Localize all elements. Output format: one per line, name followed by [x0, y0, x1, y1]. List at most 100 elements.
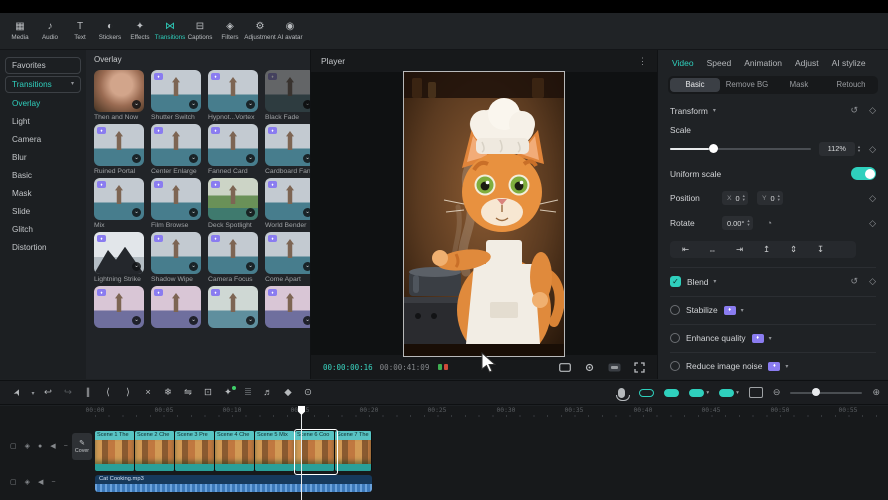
sidebar-item-mask[interactable]: Mask [0, 185, 86, 203]
track-cover-icon[interactable]: ◈ [25, 478, 30, 486]
trim-right-tool[interactable]: ⟩ [118, 387, 138, 398]
fullscreen-icon[interactable] [634, 362, 645, 373]
keyframe-icon[interactable]: ◇ [869, 218, 876, 229]
track-lock-icon[interactable]: ● [38, 443, 42, 450]
undo-button[interactable]: ↩ [38, 387, 58, 398]
freeze-frame-button[interactable]: ❄ [158, 387, 178, 398]
subtab-retouch[interactable]: Retouch [826, 78, 876, 92]
playhead[interactable] [301, 406, 302, 500]
tab-audio[interactable]: ♪Audio [35, 21, 65, 41]
align-top-icon[interactable]: ↥ [753, 244, 780, 255]
uniform-scale-toggle[interactable] [851, 167, 876, 180]
transition-item[interactable]: ♦⌄Center Enlarge [151, 124, 201, 175]
mirror-button[interactable]: ⇋ [178, 387, 198, 398]
tab-adjustment[interactable]: ⚙Adjustment [245, 21, 275, 41]
auto-cut-toggle[interactable] [664, 389, 679, 397]
track-cover-icon[interactable]: ◈ [25, 442, 30, 450]
scale-slider[interactable] [670, 148, 811, 150]
zoom-out-icon[interactable]: ⊖ [773, 387, 781, 398]
ruler-ticks[interactable] [95, 415, 885, 417]
tab-ai-avatar[interactable]: ◉AI avatar [275, 21, 305, 41]
blend-checkbox[interactable]: ✓ [670, 276, 681, 287]
subtab-basic[interactable]: Basic [670, 78, 720, 92]
keyframe-icon[interactable]: ◇ [869, 276, 876, 287]
track-mute-icon[interactable]: ◀ [38, 478, 43, 486]
transition-item[interactable]: ♦⌄World Bender [265, 178, 310, 229]
video-frame[interactable] [404, 72, 564, 356]
chevron-down-icon[interactable]: ▾ [785, 363, 788, 370]
sidebar-item-favorites[interactable]: Favorites [5, 57, 81, 74]
delete-button[interactable]: × [138, 387, 158, 398]
position-y-input[interactable]: Y 0 ▴▾ [757, 191, 783, 205]
keyframe-icon[interactable]: ◇ [869, 105, 876, 116]
audio-clip[interactable]: Cat Cooking.mp3 [95, 475, 372, 492]
chevron-down-icon[interactable]: ▾ [713, 107, 716, 114]
snapshot-icon[interactable] [584, 362, 595, 373]
transition-item[interactable]: ♦⌄Ruined Portal [94, 124, 144, 175]
chevron-down-icon[interactable]: ▾ [769, 335, 772, 342]
stabilize-checkbox[interactable] [670, 305, 680, 315]
cover-button[interactable]: ✎ Cover [72, 433, 92, 460]
keyframe-icon[interactable]: ◇ [869, 193, 876, 204]
track-more-icon[interactable]: − [51, 479, 55, 486]
magic-tool[interactable]: ✦ [218, 387, 238, 398]
scale-stepper[interactable]: ▴▾ [858, 145, 860, 154]
player-menu-icon[interactable]: ⋮ [638, 50, 647, 72]
extract-audio-button[interactable]: ≣ [238, 387, 258, 398]
clip-scene-2[interactable]: Scene 2 Che [135, 431, 175, 471]
subtab-mask[interactable]: Mask [774, 78, 824, 92]
preview-quality-icon[interactable] [608, 363, 621, 372]
enhance-quality-checkbox[interactable] [670, 333, 680, 343]
scale-value[interactable]: 112% [819, 142, 855, 156]
tab-captions[interactable]: ⊟Captions [185, 21, 215, 41]
timeline-zoom-slider[interactable] [790, 392, 862, 394]
rotate-dial-icon[interactable]: ◔ [767, 218, 772, 228]
trim-left-tool[interactable]: ⟨ [98, 387, 118, 398]
reduce-noise-checkbox[interactable] [670, 361, 680, 371]
clip-scene-1[interactable]: Scene 1 The [95, 431, 135, 471]
tab-effects[interactable]: ✦Effects [125, 21, 155, 41]
select-tool-caret[interactable]: ▾ [28, 387, 38, 398]
sidebar-item-light[interactable]: Light [0, 113, 86, 131]
position-x-input[interactable]: X 0 ▴▾ [722, 191, 748, 205]
reset-icon[interactable]: ↺ [851, 105, 859, 116]
transition-item[interactable]: ♦⌄Fanned Card [208, 124, 258, 175]
align-bottom-icon[interactable]: ↧ [807, 244, 834, 255]
sidebar-item-blur[interactable]: Blur [0, 149, 86, 167]
transition-item[interactable]: ♦⌄Shadow Wipe [151, 232, 201, 283]
split-tool[interactable]: ∥ [78, 387, 98, 398]
transition-item[interactable]: ♦⌄Film Browse [151, 178, 201, 229]
transition-item[interactable]: ♦⌄ [208, 286, 258, 328]
transition-item[interactable]: ♦⌄Shutter Switch [151, 70, 201, 121]
magnet-toggle[interactable]: ▾ [719, 389, 739, 397]
transition-item[interactable]: ♦⌄Black Fade [265, 70, 310, 121]
transition-item[interactable]: ♦⌄Deck Spotlight [208, 178, 258, 229]
transition-item[interactable]: ♦⌄ [94, 286, 144, 328]
tab-speed[interactable]: Speed [707, 58, 732, 68]
link-toggle[interactable] [639, 389, 654, 397]
align-right-icon[interactable]: ⇥ [726, 244, 753, 255]
clip-scene-4[interactable]: Scene 4 Che [215, 431, 255, 471]
sidebar-item-overlay[interactable]: Overlay [0, 95, 86, 113]
sidebar-item-transitions[interactable]: Transitions▾ [5, 76, 81, 93]
transition-item[interactable]: ♦⌄Come Apart [265, 232, 310, 283]
select-tool[interactable]: ➤ [8, 387, 28, 398]
sidebar-item-glitch[interactable]: Glitch [0, 221, 86, 239]
tab-media[interactable]: ▦Media [5, 21, 35, 41]
transition-item[interactable]: ♦⌄Mix [94, 178, 144, 229]
tab-stickers[interactable]: ◐Stickers [95, 21, 125, 41]
tab-adjust[interactable]: Adjust [795, 58, 819, 68]
transition-item[interactable]: ⌄Then and Now [94, 70, 144, 121]
redo-button[interactable]: ↪ [58, 387, 78, 398]
sidebar-item-slide[interactable]: Slide [0, 203, 86, 221]
subtab-remove-bg[interactable]: Remove BG [722, 78, 772, 92]
preview-axis-icon[interactable] [749, 387, 763, 398]
align-left-icon[interactable]: ⇤ [672, 244, 699, 255]
keyframe-button[interactable]: ◆ [278, 387, 298, 398]
transition-item[interactable]: ♦⌄ [151, 286, 201, 328]
sidebar-item-distortion[interactable]: Distortion [0, 239, 86, 257]
track-more-icon[interactable]: − [64, 443, 68, 450]
track-mute-icon[interactable]: ◀ [50, 442, 55, 450]
tab-transitions[interactable]: ⋈Transitions [155, 21, 185, 41]
transition-item[interactable]: ♦⌄ [265, 286, 310, 328]
